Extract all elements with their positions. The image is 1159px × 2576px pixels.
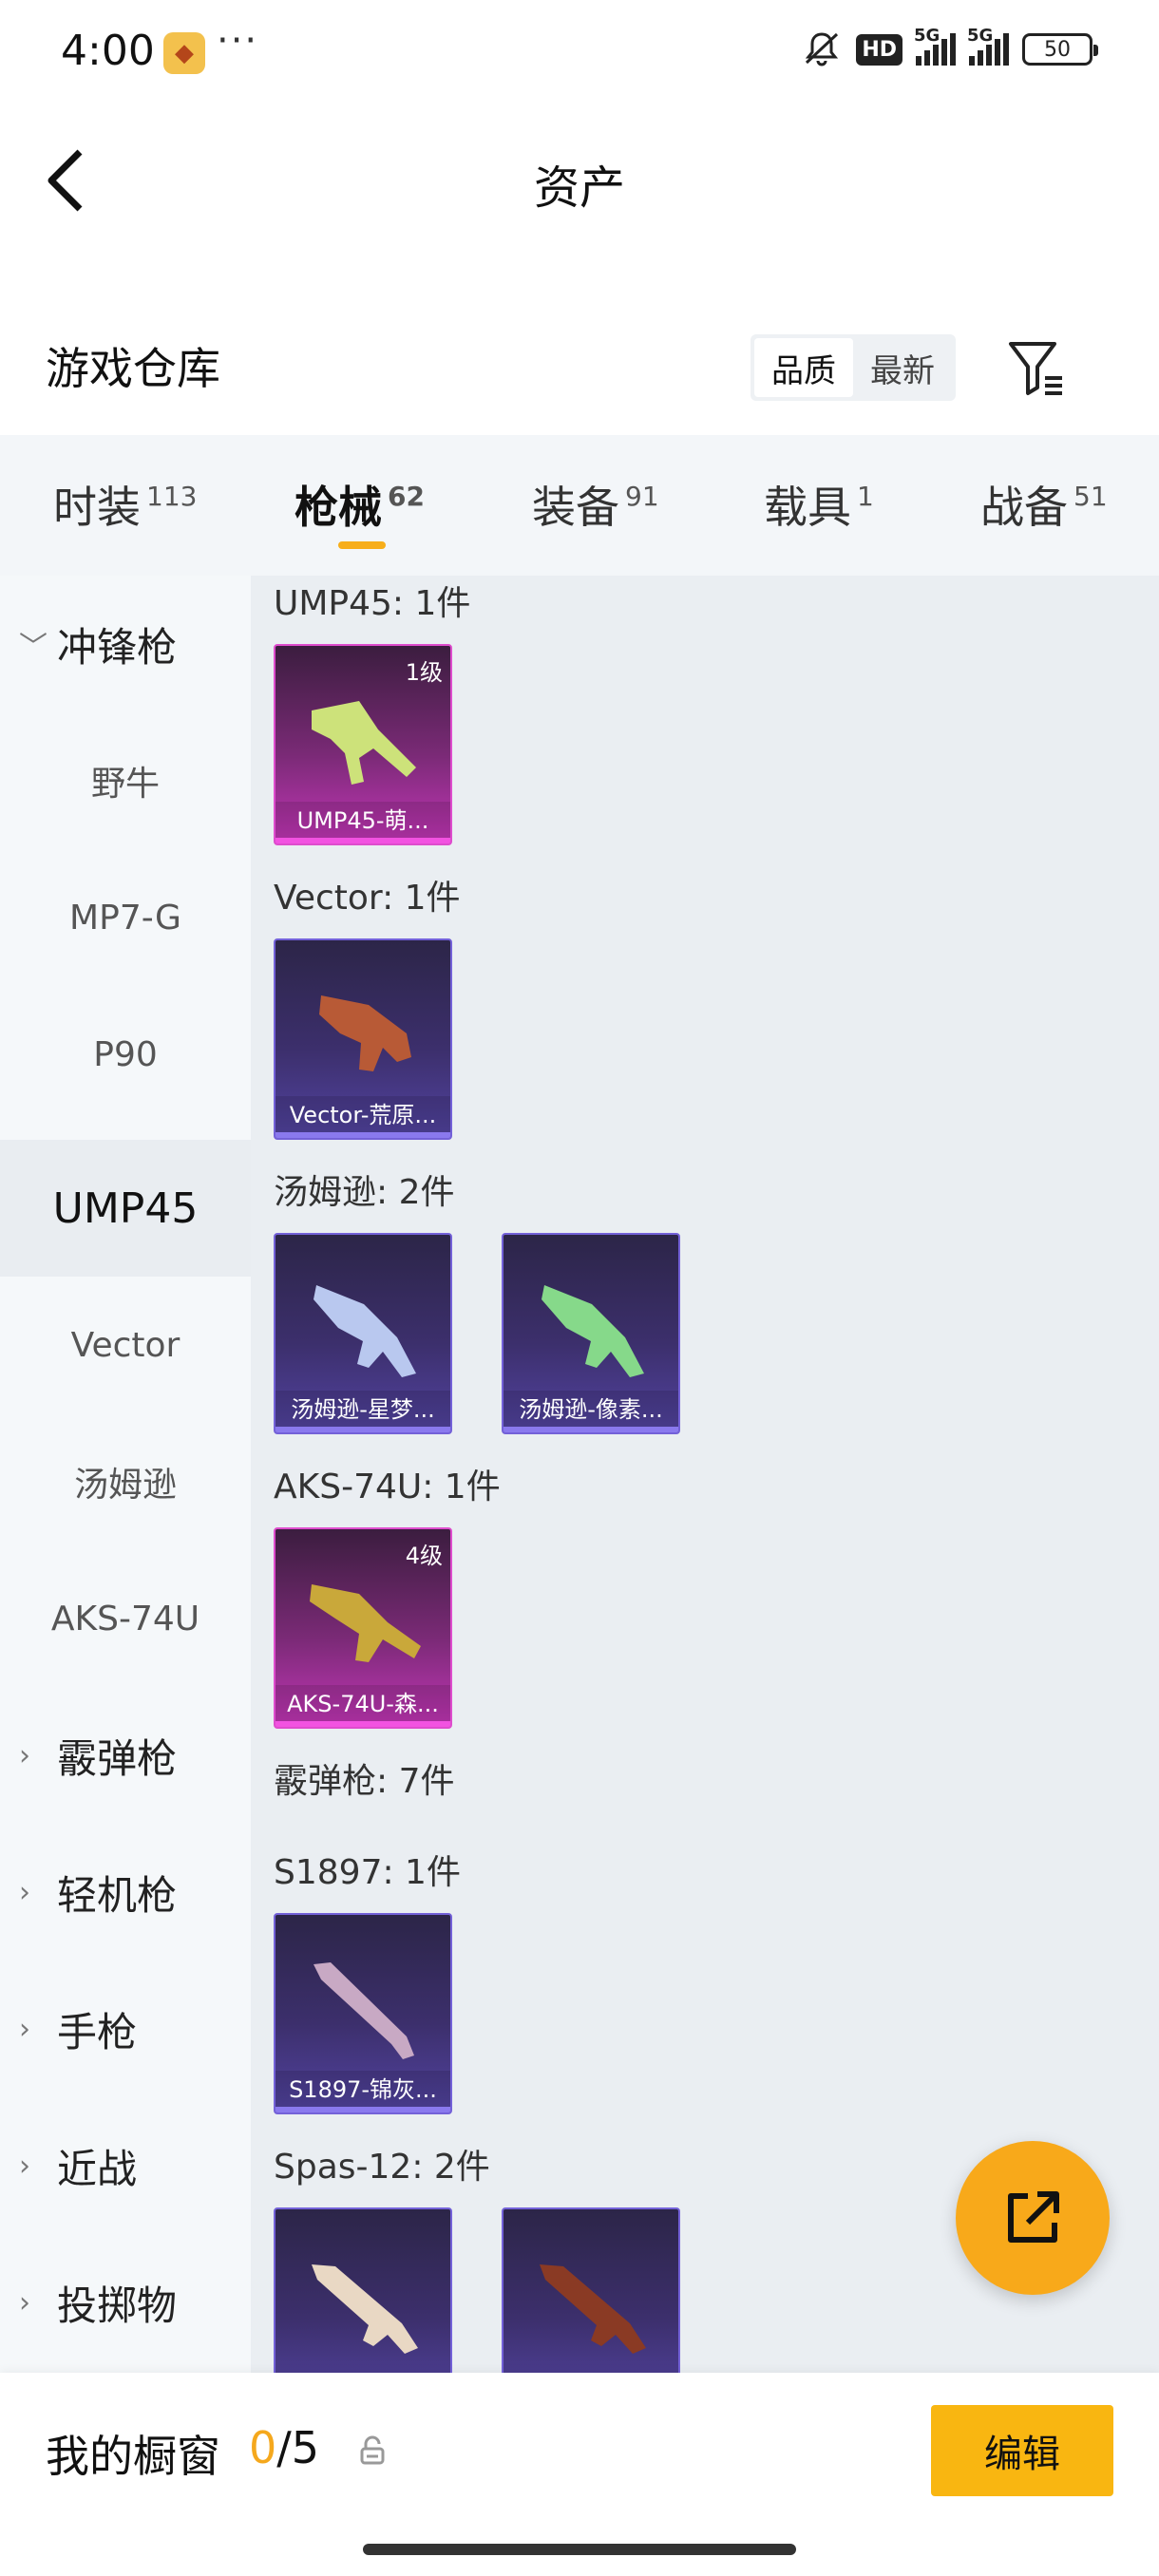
section-title: 汤姆逊: 2件 bbox=[274, 1173, 455, 1212]
tab-supplies[interactable]: 战备 51 bbox=[980, 473, 1108, 536]
gun-skin-icon bbox=[312, 701, 416, 785]
sidebar-group-smg[interactable]: ﹀ 冲锋枪 bbox=[0, 576, 251, 712]
sidebar-item-p90[interactable]: P90 bbox=[0, 986, 251, 1123]
item-name: S1897-锦灰... bbox=[276, 2071, 450, 2109]
chevron-right-icon: › bbox=[19, 2285, 30, 2320]
tab-fashion[interactable]: 时装 113 bbox=[53, 473, 197, 536]
signal-icon-1: 5G bbox=[914, 26, 956, 66]
tab-count: 1 bbox=[857, 481, 874, 512]
item-card[interactable]: Vector-荒原... bbox=[274, 938, 452, 1140]
item-card[interactable]: 4级 AKS-74U-森... bbox=[274, 1527, 452, 1729]
status-bar: 4:00 ◆ ··· HD 5G 5G 50 bbox=[0, 0, 1159, 104]
item-name: 汤姆逊-星梦... bbox=[276, 1391, 450, 1429]
section-title: S1897: 1件 bbox=[274, 1853, 461, 1892]
item-card[interactable] bbox=[502, 2207, 680, 2373]
sidebar-item-thompson[interactable]: 汤姆逊 bbox=[0, 1413, 251, 1550]
gun-skin-icon bbox=[312, 2264, 418, 2354]
rarity-bar bbox=[276, 1427, 450, 1432]
warehouse-header: 游戏仓库 品质 最新 bbox=[0, 304, 1159, 427]
gun-skin-icon bbox=[542, 1285, 644, 1377]
chevron-right-icon: › bbox=[19, 2012, 30, 2046]
item-name: AKS-74U-森... bbox=[276, 1685, 450, 1723]
chevron-down-icon: ﹀ bbox=[19, 631, 48, 664]
section-title: UMP45: 1件 bbox=[274, 584, 471, 623]
more-notifications-icon: ··· bbox=[217, 19, 259, 63]
sort-newest-button[interactable]: 最新 bbox=[853, 338, 952, 397]
sidebar-group-melee[interactable]: › 近战 bbox=[0, 2097, 251, 2234]
level-badge: 1级 bbox=[405, 659, 443, 686]
level-badge: 4级 bbox=[405, 1543, 443, 1569]
section-title: AKS-74U: 1件 bbox=[274, 1468, 501, 1506]
tab-count: 62 bbox=[388, 481, 425, 512]
sidebar-item-aks74u[interactable]: AKS-74U bbox=[0, 1550, 251, 1687]
sort-toggle: 品质 最新 bbox=[750, 334, 956, 401]
section-title: Spas-12: 2件 bbox=[274, 2148, 490, 2187]
rarity-bar bbox=[504, 1427, 678, 1432]
gun-skin-icon bbox=[319, 995, 411, 1071]
tab-vehicles[interactable]: 载具 1 bbox=[764, 473, 874, 536]
sidebar-group-shotgun[interactable]: › 霰弹枪 bbox=[0, 1687, 251, 1824]
rarity-bar bbox=[276, 1132, 450, 1138]
section-title: Vector: 1件 bbox=[274, 879, 461, 918]
battery-level: 50 bbox=[1044, 37, 1071, 62]
chevron-right-icon: › bbox=[19, 2149, 30, 2183]
rarity-bar bbox=[276, 838, 450, 843]
hd-badge: HD bbox=[856, 33, 902, 66]
mute-icon bbox=[806, 32, 839, 66]
page-title: 资产 bbox=[533, 161, 625, 215]
battery-icon: 50 bbox=[1022, 33, 1098, 66]
tab-count: 51 bbox=[1074, 481, 1108, 512]
chevron-right-icon: › bbox=[19, 1875, 30, 1909]
showcase-label: 我的橱窗 bbox=[46, 2431, 220, 2482]
sidebar-group-lmg[interactable]: › 轻机枪 bbox=[0, 1824, 251, 1960]
sidebar-item-mp7g[interactable]: MP7-G bbox=[0, 849, 251, 986]
sidebar-item-bizon[interactable]: 野牛 bbox=[0, 712, 251, 849]
section-title: 霰弹枪: 7件 bbox=[274, 1762, 455, 1801]
item-card[interactable]: 1级 UMP45-萌... bbox=[274, 644, 452, 845]
weapon-type-sidebar: ﹀ 冲锋枪 野牛 MP7-G P90 UMP45 Vector 汤姆逊 AKS-… bbox=[0, 576, 251, 2373]
status-indicators: HD 5G 5G 50 bbox=[801, 26, 1098, 68]
sidebar-item-vector[interactable]: Vector bbox=[0, 1277, 251, 1413]
rarity-bar bbox=[276, 1721, 450, 1727]
gun-skin-icon bbox=[540, 2264, 646, 2354]
showcase-count: 0/5 bbox=[249, 2422, 320, 2473]
chevron-right-icon: › bbox=[19, 1738, 30, 1772]
item-card[interactable]: 汤姆逊-像素... bbox=[502, 1233, 680, 1434]
share-external-icon bbox=[1008, 2191, 1059, 2243]
top-nav: 资产 bbox=[0, 104, 1159, 247]
share-button[interactable] bbox=[956, 2141, 1110, 2295]
item-name: UMP45-萌... bbox=[276, 802, 450, 840]
sort-quality-button[interactable]: 品质 bbox=[754, 338, 853, 397]
item-grid: UMP45: 1件 1级 UMP45-萌... Vector: 1件 Vecto… bbox=[251, 576, 1159, 2373]
status-time: 4:00 bbox=[61, 27, 155, 75]
rarity-bar bbox=[276, 2107, 450, 2112]
tab-count: 91 bbox=[625, 481, 659, 512]
tab-firearms[interactable]: 枪械 62 bbox=[294, 473, 425, 536]
signal-icon-2: 5G bbox=[967, 26, 1009, 66]
gun-skin-icon bbox=[314, 1962, 414, 2059]
warehouse-title: 游戏仓库 bbox=[46, 343, 220, 394]
tab-count: 113 bbox=[146, 481, 198, 512]
lock-icon bbox=[360, 2435, 385, 2465]
gun-skin-icon bbox=[314, 1285, 416, 1377]
item-card[interactable]: 汤姆逊-星梦... bbox=[274, 1233, 452, 1434]
assets-page: 4:00 ◆ ··· HD 5G 5G 50 资产 游戏仓库 品质 最新 时装 … bbox=[0, 0, 1159, 2576]
item-name: 汤姆逊-像素... bbox=[504, 1391, 678, 1429]
app-notification-icon: ◆ bbox=[163, 32, 205, 74]
item-card[interactable] bbox=[274, 2207, 452, 2373]
sidebar-group-pistol[interactable]: › 手枪 bbox=[0, 1960, 251, 2097]
sidebar-group-throwable[interactable]: › 投掷物 bbox=[0, 2234, 251, 2371]
active-tab-indicator bbox=[338, 541, 386, 549]
filter-icon[interactable] bbox=[1005, 336, 1068, 399]
gun-skin-icon bbox=[310, 1584, 421, 1662]
edit-button[interactable]: 编辑 bbox=[931, 2405, 1113, 2496]
tab-equipment[interactable]: 装备 91 bbox=[532, 473, 659, 536]
sidebar-item-ump45[interactable]: UMP45 bbox=[0, 1140, 251, 1277]
item-card[interactable]: S1897-锦灰... bbox=[274, 1913, 452, 2114]
home-indicator[interactable] bbox=[363, 2544, 796, 2555]
item-name: Vector-荒原... bbox=[276, 1096, 450, 1134]
category-tabs: 时装 113 枪械 62 装备 91 载具 1 战备 51 bbox=[0, 435, 1159, 576]
